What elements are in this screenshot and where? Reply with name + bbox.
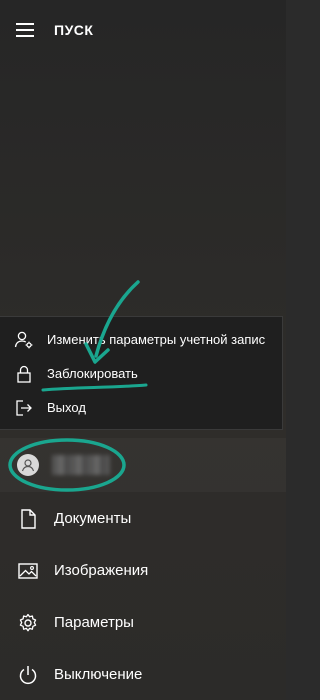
start-title: ПУСК: [54, 22, 94, 38]
lock-item[interactable]: Заблокировать: [0, 357, 282, 391]
account-settings-icon: [14, 331, 33, 349]
nav-power-label: Выключение: [54, 666, 143, 683]
user-avatar-icon: [21, 459, 35, 472]
nav-documents-label: Документы: [54, 510, 132, 527]
change-account-settings-item[interactable]: Изменить параметры учетной запис: [0, 323, 282, 357]
username-redacted: [52, 455, 110, 475]
user-account-button[interactable]: [0, 438, 286, 492]
lock-label: Заблокировать: [47, 366, 138, 381]
hamburger-icon[interactable]: [16, 23, 36, 37]
lock-icon: [17, 365, 31, 383]
nav-settings[interactable]: Параметры: [0, 598, 286, 650]
pictures-icon: [18, 563, 38, 579]
power-icon: [19, 666, 37, 685]
start-header: ПУСК: [0, 0, 286, 62]
document-icon: [21, 509, 36, 529]
start-menu: ПУСК Изменить параметры учетной запис За…: [0, 0, 286, 700]
sign-out-icon: [16, 400, 32, 416]
user-avatar: [17, 454, 39, 476]
sign-out-label: Выход: [47, 400, 86, 415]
nav-pictures[interactable]: Изображения: [0, 546, 286, 598]
nav-settings-label: Параметры: [54, 614, 134, 631]
gear-icon: [19, 613, 37, 632]
change-account-settings-label: Изменить параметры учетной запис: [47, 332, 266, 347]
nav-pictures-label: Изображения: [54, 562, 149, 579]
nav-power[interactable]: Выключение: [0, 650, 286, 700]
nav-documents[interactable]: Документы: [0, 494, 286, 546]
sign-out-item[interactable]: Выход: [0, 391, 282, 425]
account-menu-popup: Изменить параметры учетной запис Заблоки…: [0, 316, 283, 430]
